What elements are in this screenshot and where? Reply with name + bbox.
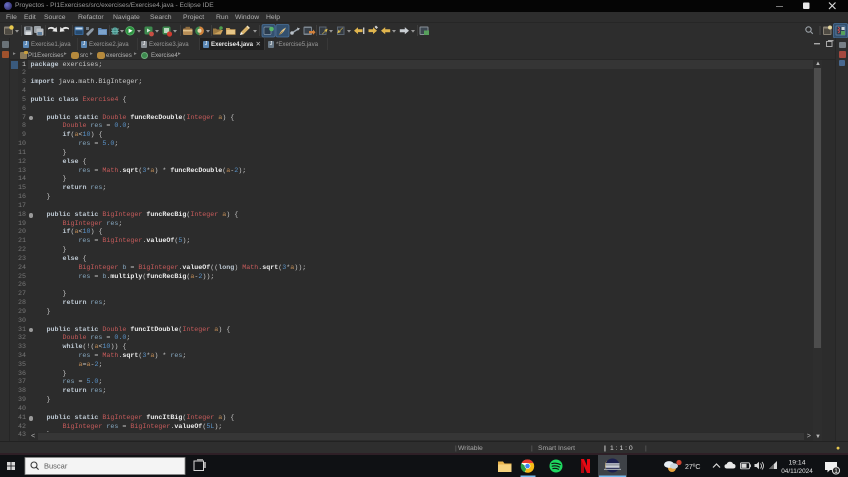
svg-text:Buscar: Buscar [44, 462, 68, 471]
svg-text:27ºC: 27ºC [685, 464, 700, 471]
svg-text:04/11/2024: 04/11/2024 [781, 468, 813, 475]
svg-text:19:14: 19:14 [788, 460, 805, 467]
